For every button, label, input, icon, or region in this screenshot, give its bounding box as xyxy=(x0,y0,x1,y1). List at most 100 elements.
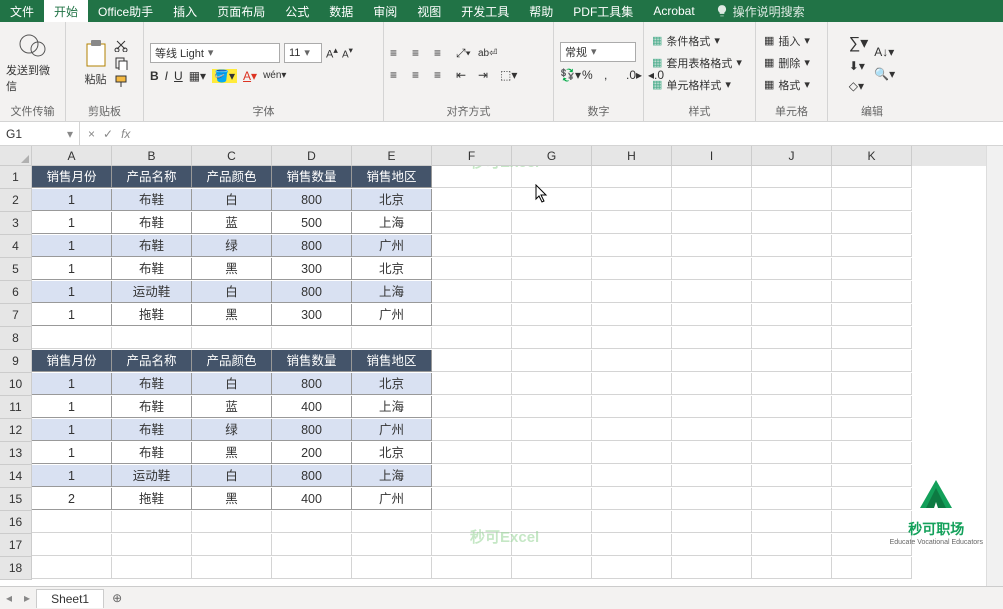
cell[interactable]: 布鞋 xyxy=(112,396,192,418)
cell[interactable] xyxy=(832,235,912,257)
cell-style-button[interactable]: ▦单元格样式▾ xyxy=(650,76,733,94)
cell[interactable]: 布鞋 xyxy=(112,373,192,395)
cell[interactable]: 布鞋 xyxy=(112,212,192,234)
cell[interactable] xyxy=(592,465,672,487)
cell[interactable]: 500 xyxy=(272,212,352,234)
cell[interactable] xyxy=(832,166,912,188)
cell[interactable] xyxy=(432,350,512,372)
cell[interactable]: 300 xyxy=(272,258,352,280)
cell[interactable] xyxy=(752,511,832,533)
cell[interactable] xyxy=(752,557,832,579)
cell[interactable] xyxy=(352,511,432,533)
col-header[interactable]: I xyxy=(672,146,752,166)
cell[interactable] xyxy=(752,212,832,234)
cell[interactable] xyxy=(432,281,512,303)
inc-decimal-icon[interactable]: .0▸ xyxy=(626,68,642,84)
tab-页面布局[interactable]: 页面布局 xyxy=(207,0,275,22)
cell[interactable]: 广州 xyxy=(352,488,432,510)
font-color-icon[interactable]: A▾ xyxy=(243,69,257,83)
indent-dec-icon[interactable]: ⇤ xyxy=(456,68,472,84)
cell[interactable] xyxy=(832,281,912,303)
enter-icon[interactable]: ✓ xyxy=(103,127,113,141)
cell[interactable] xyxy=(672,396,752,418)
cell[interactable] xyxy=(512,212,592,234)
grid-area[interactable]: 秒可Excel 秒可Excel ABCDEFGHIJK1销售月份产品名称产品颜色… xyxy=(0,146,1003,586)
cell[interactable] xyxy=(672,534,752,556)
sort-filter-icon[interactable]: A↓▾ xyxy=(874,45,895,59)
cell[interactable] xyxy=(752,189,832,211)
cell[interactable]: 销售数量 xyxy=(272,350,352,372)
cell[interactable] xyxy=(112,534,192,556)
increase-font-icon[interactable]: A▴ xyxy=(326,45,338,61)
cell[interactable]: 蓝 xyxy=(192,396,272,418)
row-header[interactable]: 5 xyxy=(0,258,32,281)
border-icon[interactable]: ▦▾ xyxy=(189,69,206,83)
tab-审阅[interactable]: 审阅 xyxy=(363,0,407,22)
orientation-icon[interactable]: ⤢▾ xyxy=(456,46,472,62)
select-all-corner[interactable] xyxy=(0,146,32,166)
cell[interactable] xyxy=(672,327,752,349)
cell[interactable]: 1 xyxy=(32,258,112,280)
format-painter-icon[interactable] xyxy=(114,74,128,88)
wechat-icon[interactable] xyxy=(18,32,48,60)
cell[interactable]: 800 xyxy=(272,373,352,395)
cell[interactable] xyxy=(672,235,752,257)
cell[interactable]: 运动鞋 xyxy=(112,465,192,487)
cell[interactable] xyxy=(672,212,752,234)
cell[interactable] xyxy=(512,557,592,579)
cell[interactable] xyxy=(592,350,672,372)
cell[interactable] xyxy=(672,511,752,533)
row-header[interactable]: 7 xyxy=(0,304,32,327)
cell[interactable] xyxy=(272,327,352,349)
cell[interactable] xyxy=(32,557,112,579)
row-header[interactable]: 6 xyxy=(0,281,32,304)
cell[interactable] xyxy=(672,189,752,211)
cell[interactable]: 销售地区 xyxy=(352,166,432,188)
tab-PDF工具集[interactable]: PDF工具集 xyxy=(563,0,643,22)
col-header[interactable]: E xyxy=(352,146,432,166)
cell[interactable] xyxy=(512,442,592,464)
tab-开发工具[interactable]: 开发工具 xyxy=(451,0,519,22)
cut-icon[interactable] xyxy=(114,38,128,52)
cell[interactable] xyxy=(352,327,432,349)
indent-inc-icon[interactable]: ⇥ xyxy=(478,68,494,84)
cell[interactable] xyxy=(592,396,672,418)
phonetic-icon[interactable]: wén▾ xyxy=(263,70,286,81)
fill-icon[interactable]: ⬇▾ xyxy=(849,59,868,73)
add-sheet-button[interactable]: ⊕ xyxy=(104,591,130,605)
cell[interactable]: 800 xyxy=(272,281,352,303)
cell[interactable]: 布鞋 xyxy=(112,189,192,211)
cell[interactable] xyxy=(592,511,672,533)
cell[interactable] xyxy=(752,373,832,395)
cell[interactable] xyxy=(672,258,752,280)
cell[interactable] xyxy=(752,304,832,326)
cell[interactable] xyxy=(832,373,912,395)
cell[interactable] xyxy=(672,442,752,464)
sheet-nav-prev[interactable]: ◂ xyxy=(0,591,18,605)
cell[interactable] xyxy=(752,396,832,418)
cell[interactable] xyxy=(672,557,752,579)
cell[interactable]: 2 xyxy=(32,488,112,510)
cell[interactable] xyxy=(192,511,272,533)
cell[interactable]: 拖鞋 xyxy=(112,488,192,510)
cell[interactable]: 200 xyxy=(272,442,352,464)
font-size-combo[interactable]: 11▾ xyxy=(284,43,322,63)
cell[interactable]: 400 xyxy=(272,488,352,510)
tab-帮助[interactable]: 帮助 xyxy=(519,0,563,22)
cell[interactable]: 上海 xyxy=(352,465,432,487)
cell[interactable]: 白 xyxy=(192,373,272,395)
cell[interactable] xyxy=(592,488,672,510)
cell[interactable] xyxy=(832,189,912,211)
tab-数据[interactable]: 数据 xyxy=(319,0,363,22)
cell[interactable] xyxy=(432,189,512,211)
row-header[interactable]: 8 xyxy=(0,327,32,350)
merge-icon[interactable]: ⬚▾ xyxy=(500,68,516,84)
cell[interactable] xyxy=(672,488,752,510)
align-middle-icon[interactable]: ≡ xyxy=(412,46,428,62)
clear-icon[interactable]: ◇▾ xyxy=(849,79,868,93)
cell[interactable] xyxy=(752,534,832,556)
tab-开始[interactable]: 开始 xyxy=(44,0,88,22)
decrease-font-icon[interactable]: A▾ xyxy=(342,45,353,60)
row-header[interactable]: 4 xyxy=(0,235,32,258)
cell[interactable] xyxy=(592,281,672,303)
